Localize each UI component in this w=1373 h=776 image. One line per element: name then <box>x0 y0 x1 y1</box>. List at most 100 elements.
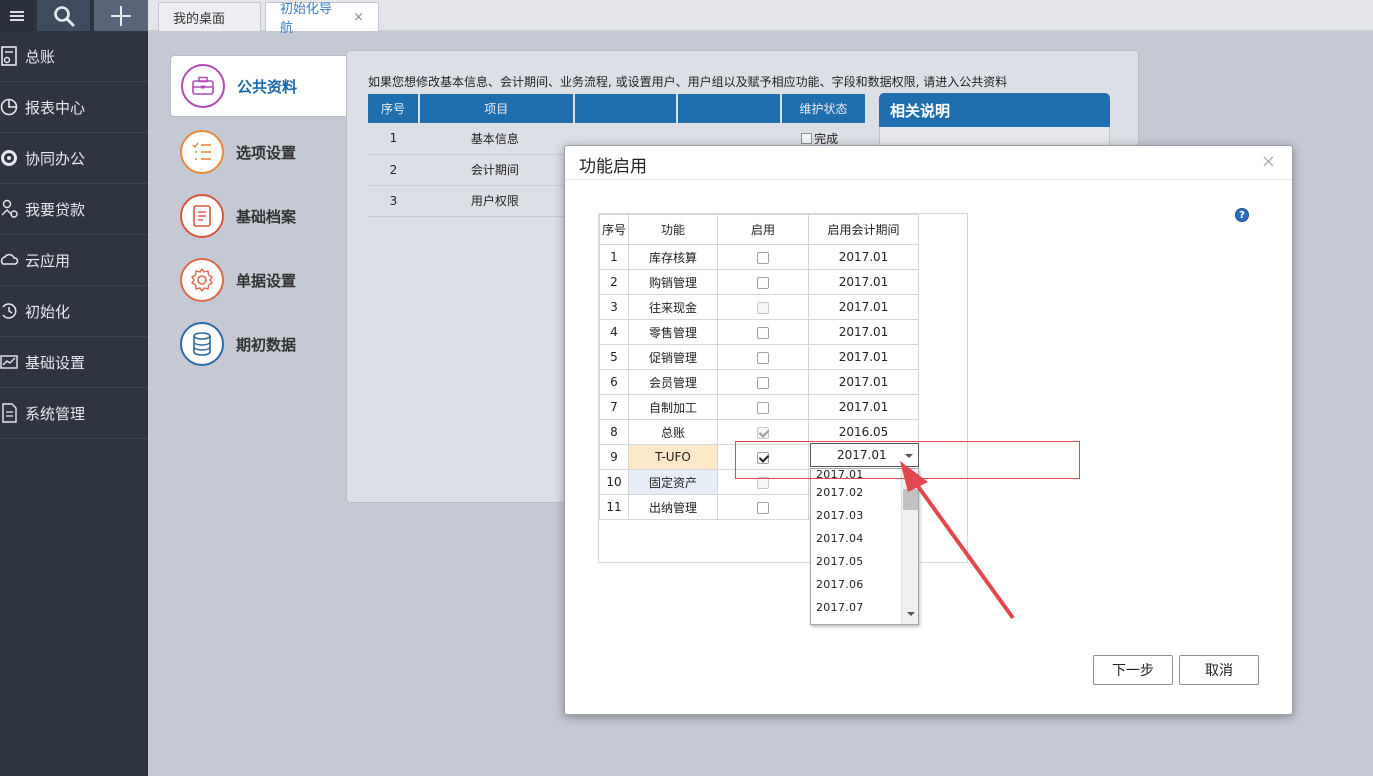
column-header <box>677 94 783 123</box>
close-icon[interactable]: × <box>1261 151 1276 172</box>
nav-item-basic-archive[interactable]: 基础档案 <box>170 185 350 247</box>
enable-checkbox[interactable] <box>757 276 769 289</box>
row-number: 2 <box>599 269 629 295</box>
row-number: 3 <box>368 185 419 217</box>
grid-row[interactable]: 6 会员管理 2017.01 <box>599 369 919 395</box>
dropdown-option[interactable]: 2017.02 <box>811 481 901 504</box>
enable-checkbox[interactable] <box>757 376 769 389</box>
period-cell[interactable]: 2017.01 <box>808 294 919 320</box>
pie-chart-icon <box>0 97 25 117</box>
dropdown-option[interactable]: 2017.07 <box>811 596 901 619</box>
column-header: 功能 <box>628 214 718 245</box>
period-dropdown: 2017.01 2017.02 2017.03 2017.04 2017.05 2017.… <box>810 468 919 625</box>
gear-icon <box>180 258 224 302</box>
search-button[interactable] <box>37 0 90 31</box>
document-icon <box>180 194 224 238</box>
feature-name[interactable]: 出纳管理 <box>628 494 718 520</box>
sidebar-item-reports[interactable]: 报表中心 <box>0 82 148 133</box>
sidebar: 总账 报表中心 协同办公 我要贷款 云应用 初始化 基础设置 系统管理 <box>0 0 148 776</box>
scrollbar-thumb[interactable] <box>903 489 918 510</box>
feature-name[interactable]: 库存核算 <box>628 244 718 270</box>
row-number: 10 <box>599 469 629 495</box>
feature-name[interactable]: 会员管理 <box>628 369 718 395</box>
cloud-icon <box>0 250 25 270</box>
period-cell[interactable]: 2017.01 <box>808 319 919 345</box>
row-name[interactable]: 会计期间 <box>418 154 574 186</box>
enable-checkbox <box>757 301 769 314</box>
enable-cell <box>717 319 809 345</box>
close-icon[interactable]: × <box>353 10 364 25</box>
sidebar-item-basic-settings[interactable]: 基础设置 <box>0 337 148 388</box>
feature-enable-dialog: 功能启用 × ? 序号 功能 启用 启用会计期间 1 库存核算 2017.01 2 购销… <box>564 145 1293 715</box>
enable-checkbox[interactable] <box>757 501 769 514</box>
feature-name[interactable]: 促销管理 <box>628 344 718 370</box>
enable-cell <box>717 294 809 320</box>
grid-row[interactable]: 5 促销管理 2017.01 <box>599 344 919 370</box>
enable-checkbox[interactable] <box>757 351 769 364</box>
period-cell[interactable]: 2017.01 <box>808 394 919 420</box>
row-name[interactable]: 基本信息 <box>418 123 574 155</box>
sidebar-item-collab[interactable]: 协同办公 <box>0 133 148 184</box>
dropdown-scrollbar[interactable] <box>901 469 918 624</box>
sidebar-item-label: 总账 <box>25 47 56 66</box>
feature-name[interactable]: T-UFO <box>628 444 718 470</box>
sidebar-item-ledger[interactable]: 总账 <box>0 31 148 82</box>
scroll-down-icon[interactable] <box>907 612 915 616</box>
feature-name[interactable]: 总账 <box>628 419 718 445</box>
cancel-button[interactable]: 取消 <box>1179 655 1259 685</box>
nav-item-document-settings[interactable]: 单据设置 <box>170 249 350 311</box>
sidebar-item-label: 初始化 <box>25 302 71 321</box>
add-button[interactable] <box>94 0 148 31</box>
enable-checkbox[interactable] <box>757 401 769 414</box>
dropdown-option[interactable]: 2017.06 <box>811 573 901 596</box>
loan-icon <box>0 198 25 220</box>
tab-desktop[interactable]: 我的桌面 <box>158 2 261 31</box>
enable-cell <box>717 369 809 395</box>
grid-row[interactable]: 2 购销管理 2017.01 <box>599 269 919 295</box>
table-header-row: 序号 项目 维护状态 <box>368 94 867 123</box>
reset-icon <box>0 301 25 321</box>
period-cell[interactable]: 2017.01 <box>808 269 919 295</box>
feature-name[interactable]: 零售管理 <box>628 319 718 345</box>
dropdown-option[interactable]: 2017.05 <box>811 550 901 573</box>
grid-row[interactable]: 4 零售管理 2017.01 <box>599 319 919 345</box>
row-number: 11 <box>599 494 629 520</box>
period-cell[interactable]: 2017.01 <box>808 344 919 370</box>
nav-item-opening-data[interactable]: 期初数据 <box>170 313 350 375</box>
dropdown-option[interactable]: 2017.03 <box>811 504 901 527</box>
status-checkbox[interactable] <box>801 132 813 144</box>
sidebar-item-init[interactable]: 初始化 <box>0 286 148 337</box>
row-number: 9 <box>599 444 629 470</box>
grid-row[interactable]: 1 库存核算 2017.01 <box>599 244 919 270</box>
nav-item-public-data[interactable]: 公共资料 <box>170 55 350 117</box>
nav-item-options[interactable]: 选项设置 <box>170 121 350 183</box>
grid-header-row: 序号 功能 启用 启用会计期间 <box>599 214 919 245</box>
sidebar-item-loan[interactable]: 我要贷款 <box>0 184 148 235</box>
period-cell[interactable]: 2017.01 <box>808 369 919 395</box>
tab-init-nav[interactable]: 初始化导航 × <box>265 2 379 36</box>
feature-name[interactable]: 固定资产 <box>628 469 718 495</box>
grid-row[interactable]: 3 往来现金 2017.01 <box>599 294 919 320</box>
enable-checkbox[interactable] <box>757 251 769 264</box>
sidebar-item-label: 协同办公 <box>25 149 86 168</box>
next-button[interactable]: 下一步 <box>1093 655 1173 685</box>
sidebar-item-label: 系统管理 <box>25 404 86 423</box>
row-name[interactable]: 用户权限 <box>418 185 574 217</box>
period-cell[interactable]: 2017.01 <box>808 244 919 270</box>
grid-row[interactable]: 7 自制加工 2017.01 <box>599 394 919 420</box>
sidebar-toolbar <box>0 0 148 31</box>
help-icon[interactable]: ? <box>1235 208 1249 222</box>
enable-cell <box>717 269 809 295</box>
sidebar-item-cloud[interactable]: 云应用 <box>0 235 148 286</box>
sidebar-item-label: 报表中心 <box>25 98 86 117</box>
menu-button[interactable] <box>0 0 34 31</box>
ledger-icon <box>0 45 25 67</box>
feature-name[interactable]: 往来现金 <box>628 294 718 320</box>
feature-name[interactable]: 自制加工 <box>628 394 718 420</box>
feature-name[interactable]: 购销管理 <box>628 269 718 295</box>
row-number: 1 <box>368 123 419 155</box>
enable-checkbox[interactable] <box>757 326 769 339</box>
dropdown-option[interactable]: 2017.04 <box>811 527 901 550</box>
related-notes-panel: 相关说明 <box>879 93 1110 148</box>
sidebar-item-system[interactable]: 系统管理 <box>0 388 148 439</box>
